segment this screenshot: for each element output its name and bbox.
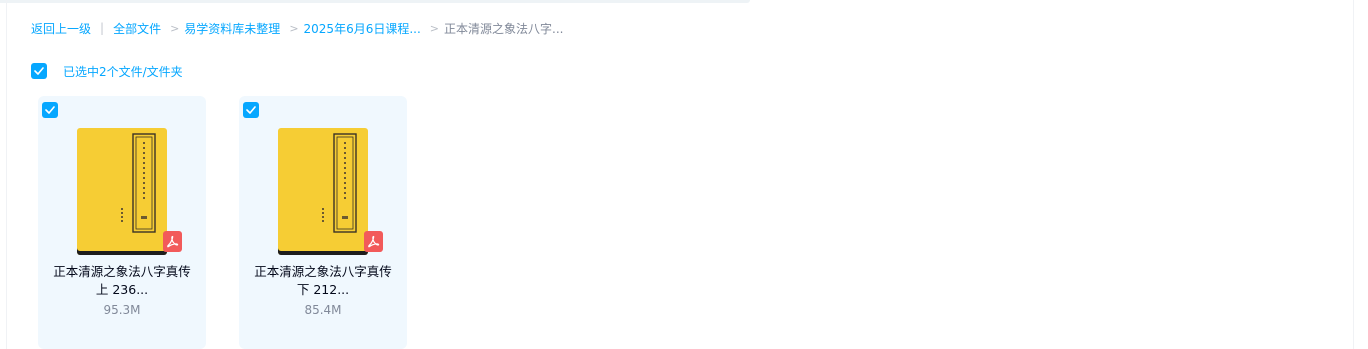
selection-bar: 已选中2个文件/文件夹	[31, 63, 183, 79]
book-cover-image	[278, 128, 368, 255]
pdf-icon	[163, 231, 182, 252]
breadcrumb-folder-library[interactable]: 易学资料库未整理	[184, 20, 280, 37]
file-name-line: 上 236...	[95, 282, 149, 297]
breadcrumb-folder-course[interactable]: 2025年6月6日课程...	[304, 20, 421, 37]
file-size: 95.3M	[103, 303, 141, 317]
check-icon	[45, 106, 55, 114]
file-name: 正本清源之象法八字真传 上 236...	[38, 263, 206, 299]
file-size: 85.4M	[304, 303, 342, 317]
breadcrumb-current-folder: 正本清源之象法八字...	[444, 21, 564, 36]
top-divider	[0, 0, 750, 3]
book-cover-image	[77, 128, 167, 255]
breadcrumb-all-files[interactable]: 全部文件	[113, 20, 161, 37]
chevron-right-icon: >	[170, 21, 180, 35]
file-browser: 返回上一级 | 全部文件 > 易学资料库未整理 > 2025年6月6日课程...…	[0, 0, 1368, 349]
left-border	[6, 0, 7, 349]
pdf-icon	[364, 231, 383, 252]
file-checkbox[interactable]	[243, 102, 259, 118]
file-name-line: 正本清源之象法八字真传	[53, 264, 191, 279]
file-thumbnail	[77, 128, 182, 255]
file-name: 正本清源之象法八字真传 下 212...	[239, 263, 407, 299]
right-border	[1353, 0, 1354, 349]
file-checkbox[interactable]	[42, 102, 58, 118]
selection-count-label: 已选中2个文件/文件夹	[63, 64, 183, 79]
file-card[interactable]: 正本清源之象法八字真传 下 212... 85.4M	[239, 96, 407, 349]
check-icon	[246, 106, 256, 114]
back-link[interactable]: 返回上一级	[31, 20, 91, 37]
chevron-right-icon: >	[289, 21, 299, 35]
file-name-line: 正本清源之象法八字真传	[254, 264, 392, 279]
file-thumbnail	[278, 128, 383, 255]
file-name-line: 下 212...	[296, 282, 350, 297]
check-icon	[34, 67, 44, 75]
chevron-right-icon: >	[429, 21, 440, 35]
file-card[interactable]: 正本清源之象法八字真传 上 236... 95.3M	[38, 96, 206, 349]
breadcrumb-divider: |	[100, 21, 105, 35]
select-all-checkbox[interactable]	[31, 63, 47, 79]
breadcrumb: 返回上一级 | 全部文件 > 易学资料库未整理 > 2025年6月6日课程...…	[31, 19, 563, 37]
